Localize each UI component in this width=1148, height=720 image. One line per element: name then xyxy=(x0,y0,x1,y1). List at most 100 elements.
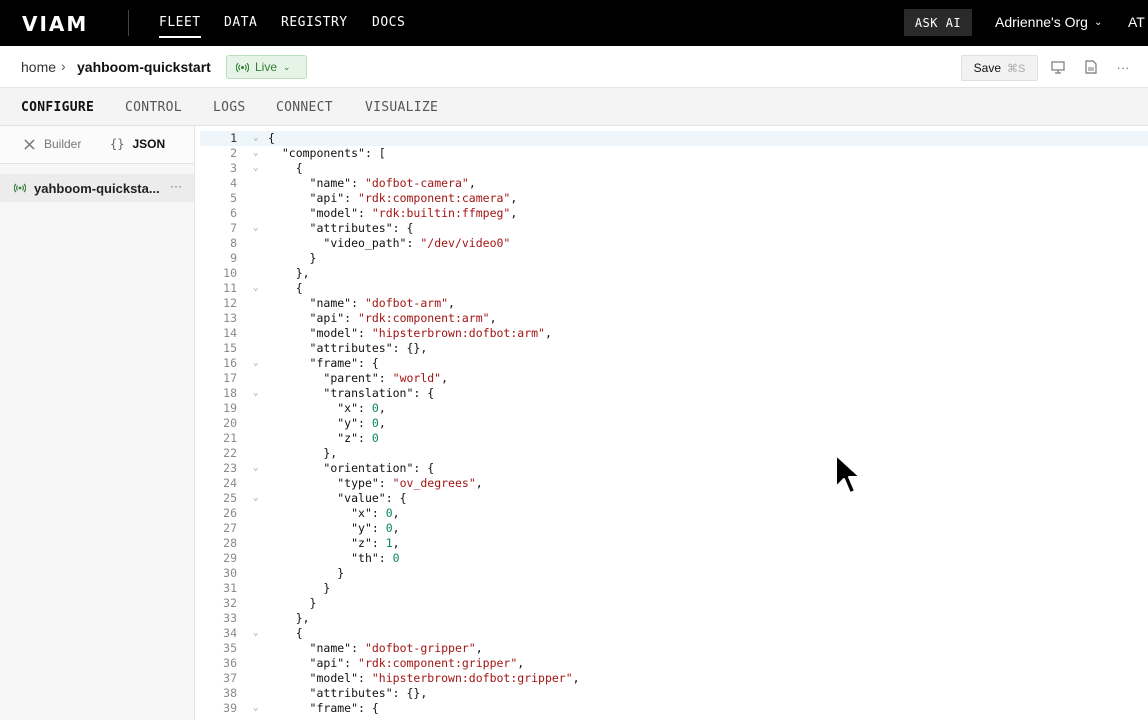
code-line[interactable]: 28 "z": 1, xyxy=(200,536,1148,551)
code-text: { xyxy=(268,131,275,145)
code-line[interactable]: 37 "model": "hipsterbrown:dofbot:gripper… xyxy=(200,671,1148,686)
more-options-icon[interactable]: ··· xyxy=(170,179,182,193)
tab-logs[interactable]: LOGS xyxy=(213,100,246,115)
fold-chevron-icon[interactable]: ⌄ xyxy=(253,161,258,176)
fold-chevron-icon[interactable]: ⌄ xyxy=(253,221,258,236)
save-button[interactable]: Save ⌘S xyxy=(961,55,1038,81)
nav-divider xyxy=(128,10,129,36)
code-line[interactable]: 9 } xyxy=(200,251,1148,266)
code-line[interactable]: 36 "api": "rdk:component:gripper", xyxy=(200,656,1148,671)
sidebar-item-machine[interactable]: yahboom-quicksta... ··· xyxy=(0,174,194,202)
code-line[interactable]: 35 "name": "dofbot-gripper", xyxy=(200,641,1148,656)
code-line[interactable]: 13 "api": "rdk:component:arm", xyxy=(200,311,1148,326)
breadcrumb-home[interactable]: home xyxy=(21,59,56,75)
code-line[interactable]: 10 }, xyxy=(200,266,1148,281)
code-line[interactable]: 15 "attributes": {}, xyxy=(200,341,1148,356)
code-line[interactable]: 16 ⌄ "frame": { xyxy=(200,356,1148,371)
fold-chevron-icon[interactable]: ⌄ xyxy=(253,491,258,506)
monitor-icon[interactable] xyxy=(1050,59,1066,75)
code-text: }, xyxy=(268,446,338,460)
line-number: 4 xyxy=(230,176,237,190)
code-line[interactable]: 7 ⌄ "attributes": { xyxy=(200,221,1148,236)
code-line[interactable]: 2 ⌄ "components": [ xyxy=(200,146,1148,161)
code-line[interactable]: 38 "attributes": {}, xyxy=(200,686,1148,701)
save-label: Save xyxy=(973,61,1001,75)
line-number: 31 xyxy=(223,581,237,595)
code-line[interactable]: 39 ⌄ "frame": { xyxy=(200,701,1148,716)
code-line[interactable]: 33 }, xyxy=(200,611,1148,626)
code-line[interactable]: 20 "y": 0, xyxy=(200,416,1148,431)
fold-chevron-icon[interactable]: ⌄ xyxy=(253,701,258,716)
code-line[interactable]: 22 }, xyxy=(200,446,1148,461)
line-number: 32 xyxy=(223,596,237,610)
builder-mode-button[interactable]: Builder xyxy=(23,137,81,151)
viam-logo[interactable]: VIAM xyxy=(22,12,88,36)
line-number: 27 xyxy=(223,521,237,535)
line-number: 2 xyxy=(230,146,237,160)
org-selector[interactable]: Adrienne's Org ⌄ xyxy=(995,14,1102,30)
line-number: 37 xyxy=(223,671,237,685)
line-number: 18 xyxy=(223,386,237,400)
user-avatar[interactable]: AT xyxy=(1128,14,1145,30)
code-text: { xyxy=(268,281,303,295)
code-text: "model": "hipsterbrown:dofbot:gripper", xyxy=(309,671,580,685)
code-text: "parent": "world", xyxy=(323,371,449,385)
fold-chevron-icon[interactable]: ⌄ xyxy=(253,461,258,476)
code-text: }, xyxy=(268,611,310,625)
fold-chevron-icon[interactable]: ⌄ xyxy=(253,386,258,401)
fold-chevron-icon[interactable]: ⌄ xyxy=(253,626,258,641)
code-line[interactable]: 26 "x": 0, xyxy=(200,506,1148,521)
fold-chevron-icon[interactable]: ⌄ xyxy=(253,281,258,296)
chevron-down-icon: ⌄ xyxy=(283,61,291,72)
more-options-icon[interactable]: ··· xyxy=(1115,59,1131,75)
code-line[interactable]: 1 ⌄ { xyxy=(200,131,1148,146)
code-line[interactable]: 32 } xyxy=(200,596,1148,611)
breadcrumb-bar: home › yahboom-quickstart Live ⌄ Save ⌘S… xyxy=(0,46,1148,88)
code-line[interactable]: 5 "api": "rdk:component:camera", xyxy=(200,191,1148,206)
code-line[interactable]: 17 "parent": "world", xyxy=(200,371,1148,386)
live-status-dropdown[interactable]: Live ⌄ xyxy=(226,55,307,79)
code-line[interactable]: 24 "type": "ov_degrees", xyxy=(200,476,1148,491)
code-text: "x": 0, xyxy=(351,506,400,520)
nav-link-fleet[interactable]: FLEET xyxy=(159,15,201,38)
code-line[interactable]: 19 "x": 0, xyxy=(200,401,1148,416)
json-mode-button[interactable]: {} JSON xyxy=(110,137,165,151)
code-line[interactable]: 27 "y": 0, xyxy=(200,521,1148,536)
code-text: "model": "hipsterbrown:dofbot:arm", xyxy=(309,326,552,340)
tab-visualize[interactable]: VISUALIZE xyxy=(365,100,438,115)
fold-chevron-icon[interactable]: ⌄ xyxy=(253,356,258,371)
line-number: 15 xyxy=(223,341,237,355)
tab-control[interactable]: CONTROL xyxy=(125,100,182,115)
code-line[interactable]: 23 ⌄ "orientation": { xyxy=(200,461,1148,476)
code-line[interactable]: 30 } xyxy=(200,566,1148,581)
code-text: "translation": { xyxy=(323,386,435,400)
document-icon[interactable] xyxy=(1083,59,1099,75)
code-line[interactable]: 25 ⌄ "value": { xyxy=(200,491,1148,506)
nav-link-data[interactable]: DATA xyxy=(224,15,257,30)
code-line[interactable]: 29 "th": 0 xyxy=(200,551,1148,566)
code-line[interactable]: 8 "video_path": "/dev/video0" xyxy=(200,236,1148,251)
code-line[interactable]: 3 ⌄ { xyxy=(200,161,1148,176)
nav-link-docs[interactable]: DOCS xyxy=(372,15,405,30)
code-line[interactable]: 14 "model": "hipsterbrown:dofbot:arm", xyxy=(200,326,1148,341)
ask-ai-button[interactable]: ASK AI xyxy=(904,9,972,36)
code-line[interactable]: 12 "name": "dofbot-arm", xyxy=(200,296,1148,311)
machine-name: yahboom-quicksta... xyxy=(34,180,160,196)
code-line[interactable]: 11 ⌄ { xyxy=(200,281,1148,296)
fold-chevron-icon[interactable]: ⌄ xyxy=(253,146,258,161)
json-editor[interactable]: 1 ⌄ {2 ⌄ "components": [3 ⌄ {4 "name": "dofb… xyxy=(200,126,1148,720)
code-text: "api": "rdk:component:arm", xyxy=(309,311,497,325)
code-line[interactable]: 21 "z": 0 xyxy=(200,431,1148,446)
code-line[interactable]: 4 "name": "dofbot-camera", xyxy=(200,176,1148,191)
code-line[interactable]: 18 ⌄ "translation": { xyxy=(200,386,1148,401)
nav-link-registry[interactable]: REGISTRY xyxy=(281,15,348,30)
code-line[interactable]: 34 ⌄ { xyxy=(200,626,1148,641)
tab-connect[interactable]: CONNECT xyxy=(276,100,333,115)
breadcrumb-machine-name[interactable]: yahboom-quickstart xyxy=(77,59,211,75)
tab-configure[interactable]: CONFIGURE xyxy=(21,100,94,115)
code-line[interactable]: 6 "model": "rdk:builtin:ffmpeg", xyxy=(200,206,1148,221)
code-text: "model": "rdk:builtin:ffmpeg", xyxy=(309,206,518,220)
code-line[interactable]: 31 } xyxy=(200,581,1148,596)
line-number: 3 xyxy=(230,161,237,175)
fold-chevron-icon[interactable]: ⌄ xyxy=(253,131,258,146)
